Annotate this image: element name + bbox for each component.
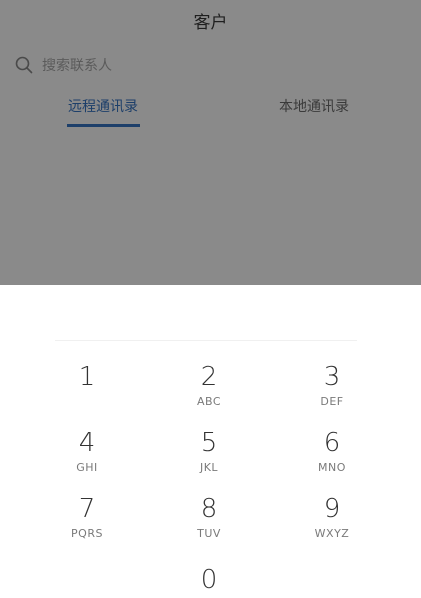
key-5[interactable]: 5 JKL [159,428,259,484]
key-letters: JKL [199,461,219,474]
tab-local-contacts[interactable]: 本地通讯录 [279,96,349,116]
key-2[interactable]: 2 ABC [159,362,259,418]
dimmed-overlay[interactable]: 客户 搜索联系人 远程通讯录 本地通讯录 [0,0,421,285]
key-letters: TUV [197,527,221,540]
key-4[interactable]: 4 GHI [37,428,137,484]
key-digit: 8 [200,494,218,524]
key-3[interactable]: 3 DEF [282,362,382,418]
dial-keypad: 1 2 ABC 3 DEF 4 GHI 5 JKL 6 MNO 7 PQRS 8 [0,285,421,598]
key-letters: DEF [320,395,344,408]
key-digit: 0 [200,565,218,595]
key-letters: PQRS [71,527,103,540]
key-digit: 4 [78,428,96,458]
search-icon [14,55,34,75]
key-letters: MNO [318,461,346,474]
customer-screen: 客户 搜索联系人 远程通讯录 本地通讯录 1 2 ABC 3 DEF 4 GHI… [0,0,421,598]
key-7[interactable]: 7 PQRS [37,494,137,550]
key-digit: 1 [78,362,96,392]
key-9[interactable]: 9 WXYZ [282,494,382,550]
key-letters: ABC [196,395,222,408]
key-digit: 6 [323,428,341,458]
key-1[interactable]: 1 [37,362,137,418]
key-digit: 9 [323,494,341,524]
key-6[interactable]: 6 MNO [282,428,382,484]
key-digit: 3 [323,362,341,392]
page-title: 客户 [193,13,228,33]
key-digit: 5 [200,428,218,458]
key-letters: GHI [76,461,98,474]
key-0[interactable]: 0 [159,565,259,598]
key-8[interactable]: 8 TUV [159,494,259,550]
search-input[interactable]: 搜索联系人 [42,55,112,75]
tab-selected-indicator [67,124,140,127]
key-digit: 7 [78,494,96,524]
search-bar[interactable]: 搜索联系人 [14,53,409,77]
key-letters: WXYZ [314,527,350,540]
tab-remote-contacts[interactable]: 远程通讯录 [68,96,138,116]
key-digit: 2 [200,362,218,392]
keypad-divider [55,340,357,341]
